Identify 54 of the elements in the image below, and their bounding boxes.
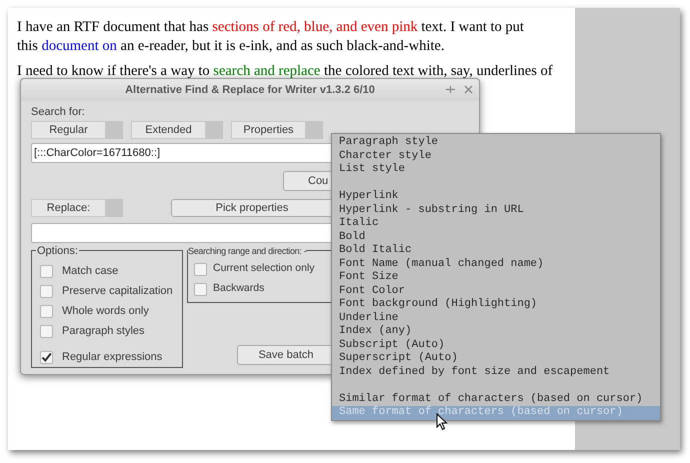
checkbox-label[interactable]: Regular expressions xyxy=(62,348,162,366)
checkbox-label[interactable]: Paragraph styles xyxy=(62,322,145,340)
toggle-square[interactable] xyxy=(306,121,323,139)
toggle-square[interactable] xyxy=(206,121,223,139)
menu-item[interactable]: Index (any) xyxy=(332,325,660,338)
checkbox[interactable] xyxy=(194,262,207,276)
replace-field[interactable] xyxy=(31,223,333,243)
group-title: Searching range and direction: - xyxy=(188,245,306,258)
check-icon xyxy=(41,352,52,362)
mouse-pointer-icon xyxy=(436,413,448,431)
checkbox[interactable] xyxy=(40,284,53,298)
mode-toggle[interactable]: Regular xyxy=(31,121,106,139)
menu-item[interactable]: Hyperlink - substring in URL xyxy=(332,204,660,217)
menu-item[interactable]: Bold xyxy=(332,230,660,244)
mode-toggle[interactable]: Extended xyxy=(131,121,206,139)
toggle-square[interactable] xyxy=(106,121,123,139)
menu-item[interactable]: Superscript (Auto) xyxy=(332,352,660,366)
close-icon[interactable] xyxy=(464,85,473,94)
checkbox-label[interactable]: Current selection only xyxy=(213,261,315,277)
group-title: Options: xyxy=(36,243,79,260)
checkbox-label[interactable]: Whole words only xyxy=(62,302,149,320)
checkbox[interactable] xyxy=(40,324,53,338)
checkbox-label[interactable]: Backwards xyxy=(213,281,264,297)
menu-item[interactable]: Subscript (Auto) xyxy=(332,338,660,352)
checkbox[interactable] xyxy=(194,282,207,296)
replace-label: Replace: xyxy=(31,199,106,217)
pick-properties-button[interactable]: Pick properties xyxy=(171,199,333,217)
menu-item[interactable]: Italic xyxy=(332,217,660,230)
checkbox[interactable] xyxy=(40,264,53,278)
checkbox[interactable] xyxy=(40,350,53,364)
menu-item[interactable]: Font Size xyxy=(332,271,660,284)
mode-toggle[interactable]: Properties xyxy=(231,121,306,139)
paragraph-text: I need to know if there's a way to search and replace the colored text with, say, underlines of xyxy=(17,62,553,81)
menu-item[interactable]: Paragraph style xyxy=(332,136,660,150)
toggle-square[interactable] xyxy=(106,199,123,217)
menu-item[interactable]: Hyperlink xyxy=(332,190,660,204)
checkbox-label[interactable]: Preserve capitalization xyxy=(62,282,173,300)
save-batch-button[interactable]: Save batch xyxy=(237,345,334,365)
search-label: Search for: xyxy=(31,105,86,119)
menu-item[interactable]: Font background (Highlighting) xyxy=(332,298,660,312)
menu-item[interactable]: Underline xyxy=(332,312,660,325)
menu-item[interactable]: Charcter style xyxy=(332,150,660,163)
menu-item[interactable]: Font Name (manual changed name) xyxy=(332,258,660,271)
window-title: Alternative Find & Replace for Writer v1.3.2 6/10 xyxy=(125,82,375,98)
checkbox[interactable] xyxy=(40,304,53,318)
menu-item[interactable]: Bold Italic xyxy=(332,244,660,258)
paragraph-text: I have an RTF document that has sections of red, blue, and even pink text. I want to put this document on an e-reader, but it is e-ink, and as such black-and-white. xyxy=(17,18,525,56)
count-button[interactable]: Cou xyxy=(283,171,333,191)
checkbox-label[interactable]: Match case xyxy=(62,262,118,280)
menu-item[interactable]: Font Color xyxy=(332,284,660,298)
menu-item[interactable]: Similar format of characters (based on cursor) xyxy=(332,392,660,406)
menu-item[interactable]: List style xyxy=(332,163,660,176)
menu-item[interactable]: Index defined by font size and escapement xyxy=(332,366,660,379)
search-field[interactable]: [:::CharColor=16711680::] xyxy=(31,143,333,163)
